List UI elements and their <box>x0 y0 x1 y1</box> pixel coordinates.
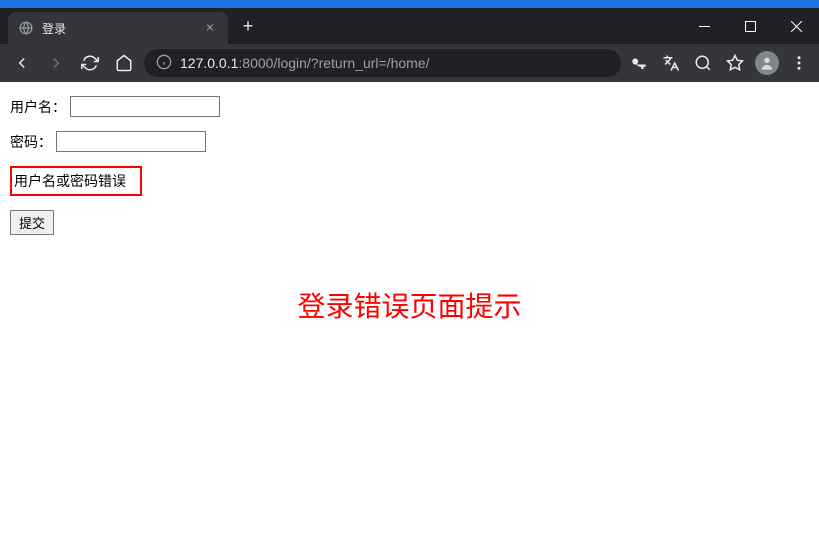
browser-tab[interactable]: 登录 × <box>8 12 228 44</box>
toolbar-right <box>627 51 811 75</box>
globe-icon <box>18 20 34 36</box>
translate-icon[interactable] <box>659 51 683 75</box>
tab-title: 登录 <box>42 20 194 37</box>
forward-button[interactable] <box>42 49 70 77</box>
submit-button[interactable]: 提交 <box>10 210 54 235</box>
password-row: 密码： <box>10 131 809 152</box>
window-controls <box>681 8 819 44</box>
home-button[interactable] <box>110 49 138 77</box>
address-bar[interactable]: 127.0.0.1:8000/login/?return_url=/home/ <box>144 49 621 77</box>
info-icon <box>156 54 172 73</box>
minimize-button[interactable] <box>681 8 727 44</box>
maximize-button[interactable] <box>727 8 773 44</box>
close-window-button[interactable] <box>773 8 819 44</box>
browser-toolbar: 127.0.0.1:8000/login/?return_url=/home/ <box>0 44 819 82</box>
profile-avatar[interactable] <box>755 51 779 75</box>
url-text: 127.0.0.1:8000/login/?return_url=/home/ <box>180 55 429 71</box>
username-row: 用户名： <box>10 96 809 117</box>
password-label: 密码： <box>10 132 52 152</box>
reload-button[interactable] <box>76 49 104 77</box>
menu-icon[interactable] <box>787 51 811 75</box>
url-path: /login/?return_url=/home/ <box>273 55 429 71</box>
window-accent-bar <box>0 0 819 8</box>
back-button[interactable] <box>8 49 36 77</box>
url-host: 127.0.0.1 <box>180 55 238 71</box>
zoom-icon[interactable] <box>691 51 715 75</box>
username-label: 用户名： <box>10 97 66 117</box>
new-tab-button[interactable]: + <box>234 16 262 37</box>
bookmark-icon[interactable] <box>723 51 747 75</box>
annotation-text: 登录错误页面提示 <box>10 285 809 325</box>
submit-row: 提交 <box>10 210 809 235</box>
tab-strip: 登录 × + <box>0 8 819 44</box>
key-icon[interactable] <box>627 51 651 75</box>
password-input[interactable] <box>56 131 206 152</box>
url-port: :8000 <box>238 55 273 71</box>
error-message-box: 用户名或密码错误 <box>10 166 142 196</box>
page-content: 用户名： 密码： 用户名或密码错误 提交 登录错误页面提示 <box>0 82 819 339</box>
username-input[interactable] <box>70 96 220 117</box>
error-message-text: 用户名或密码错误 <box>14 173 126 189</box>
close-icon[interactable]: × <box>202 20 218 36</box>
